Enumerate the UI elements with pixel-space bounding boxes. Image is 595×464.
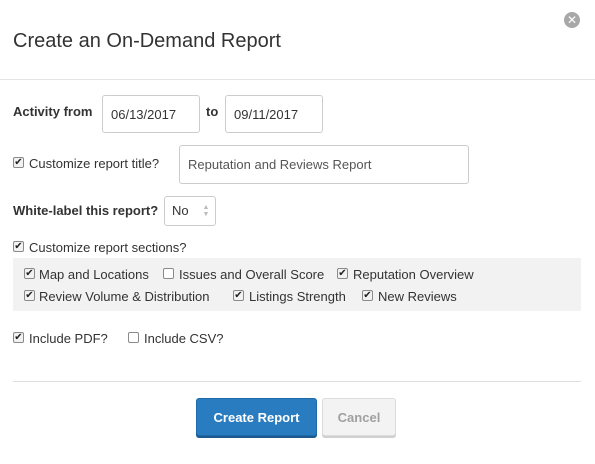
white-label-label: White-label this report? — [13, 203, 159, 218]
customize-title-checkbox[interactable]: ✔ — [13, 157, 24, 168]
header-divider — [0, 79, 595, 80]
section-label: Issues and Overall Score — [179, 267, 325, 282]
select-arrows-icon: ▲ ▼ — [202, 204, 210, 218]
section-checkbox[interactable]: ✔ — [362, 290, 373, 301]
customize-title-label: Customize report title? — [29, 156, 160, 171]
section-checkbox[interactable]: ✔ — [233, 290, 244, 301]
date-to-input[interactable] — [225, 95, 323, 133]
include-csv-label: Include CSV? — [144, 331, 224, 346]
activity-from-label: Activity from — [13, 104, 93, 119]
footer-divider — [13, 381, 581, 382]
date-from-input[interactable] — [102, 95, 200, 133]
customize-sections-checkbox[interactable]: ✔ — [13, 241, 24, 252]
report-dialog: ✕ Create an On-Demand Report Activity fr… — [0, 0, 595, 464]
sections-panel: ✔ Map and Locations Issues and Overall S… — [13, 258, 581, 311]
include-pdf-label: Include PDF? — [29, 331, 108, 346]
section-label: Reputation Overview — [353, 267, 474, 282]
include-csv-checkbox[interactable] — [128, 332, 139, 343]
activity-to-label: to — [206, 104, 219, 119]
white-label-value: No — [172, 203, 189, 218]
section-checkbox[interactable]: ✔ — [337, 268, 348, 279]
customize-sections-label: Customize report sections? — [29, 240, 187, 255]
white-label-select[interactable]: No ▲ ▼ — [164, 196, 216, 226]
cancel-button[interactable]: Cancel — [322, 398, 396, 436]
section-checkbox[interactable]: ✔ — [24, 290, 35, 301]
section-label: New Reviews — [378, 289, 457, 304]
close-icon[interactable]: ✕ — [564, 12, 580, 28]
section-label: Review Volume & Distribution — [39, 289, 210, 304]
create-report-button[interactable]: Create Report — [196, 398, 317, 436]
dialog-title: Create an On-Demand Report — [13, 30, 281, 52]
include-pdf-checkbox[interactable]: ✔ — [13, 332, 24, 343]
report-title-input[interactable] — [179, 145, 469, 184]
section-checkbox[interactable] — [163, 268, 174, 279]
section-checkbox[interactable]: ✔ — [24, 268, 35, 279]
section-label: Map and Locations — [39, 267, 149, 282]
section-label: Listings Strength — [249, 289, 346, 304]
